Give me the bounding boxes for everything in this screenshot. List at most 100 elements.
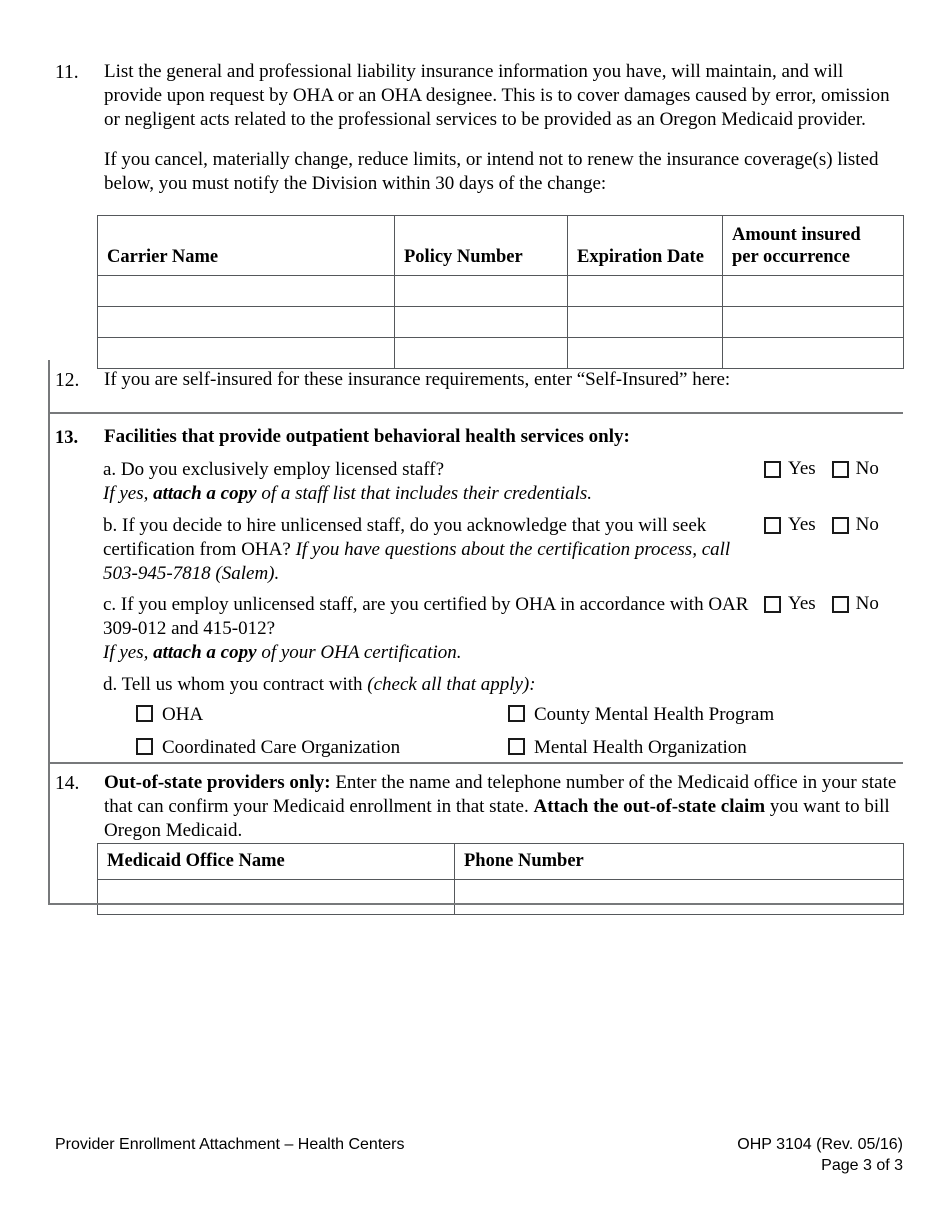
document-page: 11. List the general and professional li…	[0, 0, 950, 1230]
cell-medicaid-office-name[interactable]	[97, 879, 455, 915]
item-13b-no-checkbox[interactable]	[831, 516, 849, 534]
item-13a-note-pre: If yes,	[103, 483, 154, 505]
divider-below-item-14	[48, 903, 903, 905]
footer-form-id: OHP 3104 (Rev. 05/16)	[737, 1136, 903, 1153]
item-11-number: 11.	[55, 62, 79, 83]
item-13-heading-text: Facilities that provide outpatient behav…	[104, 426, 630, 447]
item-13c-note: If yes, attach a copy of your OHA certif…	[103, 641, 758, 665]
option-coordinated-care-organization[interactable]: Coordinated Care Organization	[136, 738, 508, 757]
item-11: 11. List the general and professional li…	[55, 60, 900, 196]
col-header-phone-number: Phone Number	[454, 843, 904, 880]
item-14-attach-emphasis: Attach the out-of-state claim	[533, 796, 766, 818]
cell-policy-number[interactable]	[394, 275, 568, 307]
item-13c-yes-label: Yes	[788, 593, 816, 614]
item-13a-note-post: of a staff list that includes their cred…	[256, 483, 593, 505]
cell-carrier-name[interactable]	[97, 275, 395, 307]
item-13-heading: Facilities that provide outpatient behav…	[104, 425, 900, 450]
option-oha[interactable]: OHA	[136, 705, 508, 724]
item-13c-yesno: Yes No	[764, 593, 879, 615]
item-13a-question: a. Do you exclusively employ licensed st…	[103, 459, 445, 480]
table-row	[97, 879, 904, 915]
item-13c-note-post: of your OHA certification.	[256, 642, 462, 664]
cell-amount-insured[interactable]	[722, 306, 904, 338]
item-11-paragraph-1: List the general and professional liabil…	[104, 61, 890, 131]
item-13b-yes-checkbox[interactable]	[764, 516, 781, 534]
item-14-lead: Out-of-state providers only:	[104, 772, 331, 793]
col-header-expiration-date: Expiration Date	[567, 215, 723, 276]
option-coordinated-care-organization-label: Coordinated Care Organization	[162, 737, 401, 758]
col-header-policy-number: Policy Number	[394, 215, 568, 276]
option-oha-checkbox[interactable]	[136, 705, 153, 722]
item-13c-yes-checkbox[interactable]	[764, 595, 781, 613]
cell-policy-number[interactable]	[394, 306, 568, 338]
option-mental-health-organization-checkbox[interactable]	[508, 738, 525, 755]
item-12-body: If you are self-insured for these insura…	[104, 369, 731, 390]
item-14: 14. Out-of-state providers only: Enter t…	[55, 771, 903, 844]
col-header-amount-insured-line1: Amount insured	[732, 225, 861, 245]
item-13a-no-label: No	[855, 458, 879, 479]
table-row	[97, 337, 904, 369]
cell-expiration-date[interactable]	[567, 306, 723, 338]
item-13a-yes-label: Yes	[788, 458, 816, 479]
item-13c: c. If you employ unlicensed staff, are y…	[103, 593, 758, 666]
item-11-paragraph-2: If you cancel, materially change, reduce…	[104, 148, 879, 194]
item-13b: b. If you decide to hire unlicensed staf…	[103, 514, 743, 587]
item-13c-no-checkbox[interactable]	[831, 595, 849, 613]
item-13d: d. Tell us whom you contract with (check…	[103, 673, 803, 697]
option-county-mental-health-program-checkbox[interactable]	[508, 705, 525, 722]
cell-expiration-date[interactable]	[567, 275, 723, 307]
item-13a-yesno: Yes No	[764, 458, 879, 480]
cell-phone-number[interactable]	[454, 879, 904, 915]
col-header-carrier-name: Carrier Name	[97, 215, 395, 276]
item-13c-note-bold: attach a copy	[153, 642, 257, 664]
footer-left-text: Provider Enrollment Attachment – Health …	[55, 1136, 405, 1153]
item-13-number: 13.	[55, 428, 79, 448]
item-14-body: Out-of-state providers only: Enter the n…	[104, 771, 903, 844]
cell-carrier-name[interactable]	[97, 306, 395, 338]
item-13d-options: OHA County Mental Health Program Coordin…	[136, 705, 836, 757]
item-12-number: 12.	[55, 370, 80, 391]
item-13d-question: d. Tell us whom you contract with	[103, 674, 368, 695]
cell-carrier-name[interactable]	[97, 337, 395, 369]
item-13d-hint: (check all that apply):	[367, 674, 536, 695]
left-rule-item-14	[48, 762, 50, 905]
option-row: OHA County Mental Health Program	[136, 705, 836, 724]
col-header-amount-insured: Amount insured per occurrence	[722, 215, 904, 276]
cell-expiration-date[interactable]	[567, 337, 723, 369]
col-header-amount-insured-line2: per occurrence	[732, 247, 850, 267]
divider-above-item-14	[48, 762, 903, 764]
item-13a-yes-checkbox[interactable]	[764, 460, 781, 478]
option-oha-label: OHA	[162, 704, 204, 725]
item-13b-no-label: No	[855, 514, 879, 535]
option-county-mental-health-program[interactable]: County Mental Health Program	[508, 705, 836, 724]
footer-page-number: Page 3 of 3	[821, 1157, 903, 1174]
item-13a: a. Do you exclusively employ licensed st…	[103, 458, 743, 506]
item-13b-yesno: Yes No	[764, 514, 879, 536]
item-13a-note-bold: attach a copy	[153, 483, 257, 505]
item-13c-note-pre: If yes,	[103, 642, 154, 664]
item-13a-no-checkbox[interactable]	[831, 460, 849, 478]
col-header-medicaid-office-name: Medicaid Office Name	[97, 843, 455, 880]
item-13a-note: If yes, attach a copy of a staff list th…	[103, 482, 743, 506]
insurance-table-header-row: Carrier Name Policy Number Expiration Da…	[97, 215, 904, 276]
item-13c-no-label: No	[855, 593, 879, 614]
option-county-mental-health-program-label: County Mental Health Program	[534, 704, 775, 725]
option-row: Coordinated Care Organization Mental Hea…	[136, 738, 836, 757]
option-mental-health-organization-label: Mental Health Organization	[534, 737, 747, 758]
item-13b-yes-label: Yes	[788, 514, 816, 535]
item-13c-question: c. If you employ unlicensed staff, are y…	[103, 594, 749, 640]
cell-amount-insured[interactable]	[722, 275, 904, 307]
left-rule-item-12	[48, 360, 50, 413]
item-14-number: 14.	[55, 773, 80, 794]
option-coordinated-care-organization-checkbox[interactable]	[136, 738, 153, 755]
cell-policy-number[interactable]	[394, 337, 568, 369]
item-13: 13. Facilities that provide outpatient b…	[55, 425, 900, 450]
cell-amount-insured[interactable]	[722, 337, 904, 369]
insurance-table: Carrier Name Policy Number Expiration Da…	[97, 215, 904, 369]
item-12: 12. If you are self-insured for these in…	[55, 368, 900, 393]
left-rule-item-13	[48, 412, 50, 762]
medicaid-office-table-header-row: Medicaid Office Name Phone Number	[97, 843, 904, 880]
table-row	[97, 275, 904, 307]
item-11-body: List the general and professional liabil…	[104, 60, 900, 196]
option-mental-health-organization[interactable]: Mental Health Organization	[508, 738, 836, 757]
